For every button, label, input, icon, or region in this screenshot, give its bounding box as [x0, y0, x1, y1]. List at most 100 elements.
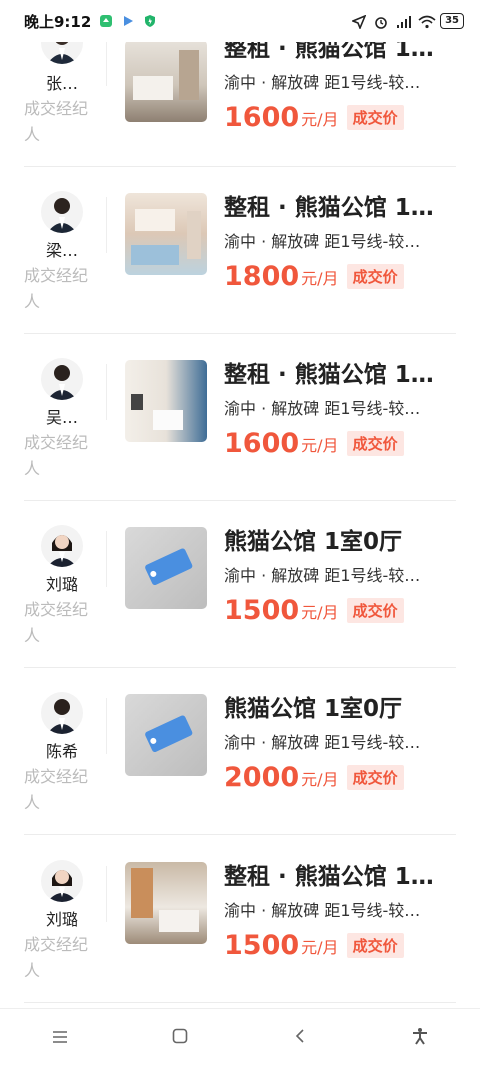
play-store-icon — [121, 14, 135, 28]
price: 2000 — [224, 762, 300, 793]
app-notification-icon — [99, 14, 113, 28]
price-unit: 元/月 — [301, 109, 339, 129]
listing-info: 整租 · 熊猫公馆 1… 渝中 · 解放碑 距1号线-较… 1800 元/月 成… — [224, 193, 456, 292]
listing-location: 渝中 · 解放碑 距1号线-较… — [224, 73, 421, 92]
agent-role: 成交经纪人 — [24, 600, 89, 645]
listing-title: 整租 · 熊猫公馆 1… — [224, 195, 434, 221]
listing-photo[interactable] — [125, 527, 207, 609]
price: 1600 — [224, 102, 300, 133]
deal-tag: 成交价 — [346, 264, 404, 289]
agent-role: 成交经纪人 — [24, 935, 89, 980]
price-unit: 元/月 — [301, 769, 339, 789]
menu-button[interactable] — [30, 1018, 90, 1058]
deal-tag: 成交价 — [346, 105, 404, 130]
listing-info: 整租 · 熊猫公馆 1… 渝中 · 解放碑 距1号线-较… 1600 元/月 成… — [224, 34, 456, 133]
agent-block[interactable]: 吴… 成交经纪人 — [24, 334, 104, 500]
listing-location: 渝中 · 解放碑 距1号线-较… — [224, 901, 421, 920]
agent-name: 张… — [45, 74, 78, 93]
home-button[interactable] — [150, 1018, 210, 1058]
list-item[interactable]: 刘璐 成交经纪人 熊猫公馆 1室0厅 渝中 · 解放碑 距1号线-较… 1500… — [24, 501, 456, 668]
accessibility-icon — [411, 1027, 429, 1049]
price: 1800 — [224, 261, 300, 292]
divider — [106, 698, 107, 754]
avatar — [41, 525, 83, 567]
wifi-icon — [418, 14, 436, 29]
location-icon — [350, 14, 367, 31]
deal-tag: 成交价 — [346, 765, 404, 790]
listing-location: 渝中 · 解放碑 距1号线-较… — [224, 733, 421, 752]
listing-info: 整租 · 熊猫公馆 1… 渝中 · 解放碑 距1号线-较… 1500 元/月 成… — [224, 862, 456, 961]
listing-info: 整租 · 熊猫公馆 1… 渝中 · 解放碑 距1号线-较… 1600 元/月 成… — [224, 360, 456, 459]
listing-info: 熊猫公馆 1室0厅 渝中 · 解放碑 距1号线-较… 1500 元/月 成交价 — [224, 527, 456, 626]
listing-title: 熊猫公馆 1室0厅 — [224, 529, 403, 555]
listing-location: 渝中 · 解放碑 距1号线-较… — [224, 399, 421, 418]
price-row: 1600 元/月 成交价 — [224, 102, 456, 133]
listing-photo[interactable] — [125, 193, 207, 275]
agent-block[interactable]: 刘璐 成交经纪人 — [24, 501, 104, 667]
listing-info: 熊猫公馆 1室0厅 渝中 · 解放碑 距1号线-较… 2000 元/月 成交价 — [224, 694, 456, 793]
agent-name: 吴… — [45, 408, 78, 427]
list-item[interactable]: 梁… 成交经纪人 整租 · 熊猫公馆 1… 渝中 · 解放碑 距1号线-较… 1… — [24, 167, 456, 334]
agent-name: 刘璐 — [45, 910, 78, 929]
menu-icon — [52, 1029, 68, 1048]
accessibility-button[interactable] — [390, 1018, 450, 1058]
price-row: 1500 元/月 成交价 — [224, 595, 456, 626]
listing-photo[interactable] — [125, 360, 207, 442]
divider — [106, 531, 107, 587]
listing-photo[interactable] — [125, 862, 207, 944]
agent-role: 成交经纪人 — [24, 266, 89, 311]
agent-role: 成交经纪人 — [24, 99, 89, 144]
listing-title: 熊猫公馆 1室0厅 — [224, 696, 403, 722]
listing-location: 渝中 · 解放碑 距1号线-较… — [224, 232, 421, 251]
divider — [106, 364, 107, 420]
price-row: 1600 元/月 成交价 — [224, 428, 456, 459]
price-unit: 元/月 — [301, 435, 339, 455]
alarm-icon — [374, 14, 388, 29]
listing-location: 渝中 · 解放碑 距1号线-较… — [224, 566, 421, 585]
agent-name: 刘璐 — [45, 575, 78, 594]
price: 1500 — [224, 930, 300, 961]
listing-photo[interactable] — [125, 40, 207, 122]
battery-indicator: 35 — [440, 13, 464, 29]
signal-icon — [396, 14, 412, 28]
status-right: 35 — [350, 13, 464, 31]
status-left: 晚上9:12 — [24, 11, 157, 32]
home-icon — [172, 1028, 188, 1048]
shield-icon — [143, 14, 157, 28]
price-unit: 元/月 — [301, 602, 339, 622]
deal-tag: 成交价 — [346, 431, 404, 456]
price-row: 2000 元/月 成交价 — [224, 762, 456, 793]
agent-block[interactable]: 梁… 成交经纪人 — [24, 167, 104, 333]
agent-role: 成交经纪人 — [24, 767, 89, 812]
avatar — [41, 358, 83, 400]
list-item[interactable]: 陈希 成交经纪人 熊猫公馆 1室0厅 渝中 · 解放碑 距1号线-较… 2000… — [24, 668, 456, 835]
listing-photo[interactable] — [125, 694, 207, 776]
avatar — [41, 191, 83, 233]
avatar — [41, 692, 83, 734]
deal-tag: 成交价 — [346, 933, 404, 958]
agent-role: 成交经纪人 — [24, 433, 89, 478]
price-row: 1500 元/月 成交价 — [224, 930, 456, 961]
list-item[interactable]: 刘璐 成交经纪人 整租 · 熊猫公馆 1… 渝中 · 解放碑 距1号线-较… 1… — [24, 836, 456, 1003]
agent-name: 梁… — [45, 241, 78, 260]
agent-name: 陈希 — [45, 742, 78, 761]
divider — [106, 197, 107, 253]
price: 1600 — [224, 428, 300, 459]
deal-tag: 成交价 — [346, 598, 404, 623]
agent-block[interactable]: 陈希 成交经纪人 — [24, 668, 104, 834]
back-button[interactable] — [270, 1018, 330, 1058]
listing-title: 整租 · 熊猫公馆 1… — [224, 362, 434, 388]
status-time: 晚上9:12 — [24, 12, 92, 31]
listing-title: 整租 · 熊猫公馆 1… — [224, 864, 434, 890]
avatar — [41, 860, 83, 902]
price: 1500 — [224, 595, 300, 626]
price-unit: 元/月 — [301, 937, 339, 957]
system-nav-bar — [0, 1008, 480, 1067]
price-unit: 元/月 — [301, 268, 339, 288]
agent-block[interactable]: 刘璐 成交经纪人 — [24, 836, 104, 1002]
divider — [106, 866, 107, 922]
status-bar: 晚上9:12 35 — [0, 0, 480, 42]
list-item[interactable]: 吴… 成交经纪人 整租 · 熊猫公馆 1… 渝中 · 解放碑 距1号线-较… 1… — [24, 334, 456, 501]
back-icon — [294, 1028, 306, 1048]
price-row: 1800 元/月 成交价 — [224, 261, 456, 292]
